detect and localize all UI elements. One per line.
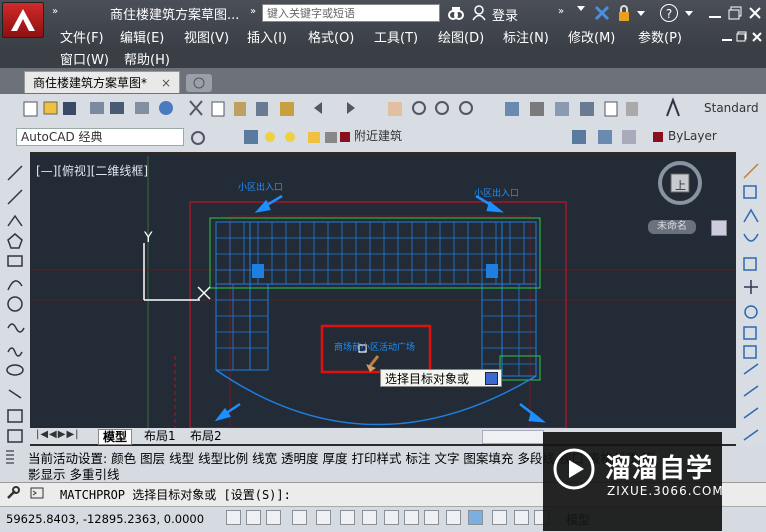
title-expand-icon[interactable]: »: [250, 6, 256, 17]
tooltip-text: 选择目标对象或: [385, 372, 469, 386]
quick-access-expand-icon[interactable]: »: [52, 6, 58, 17]
command-prompt-text: 选择目标对象或 [设置(S)]:: [132, 488, 291, 502]
layout-nav-arrows-icon[interactable]: |◀◀▶▶|: [36, 429, 80, 440]
command-prompt: MATCHPROP 选择目标对象或 [设置(S)]:: [60, 486, 291, 503]
entrance-left-label: 小区出入口: [238, 180, 283, 193]
ucs-name-menu[interactable]: 未命名: [648, 220, 696, 234]
tab-model[interactable]: 模型: [98, 429, 132, 445]
new-tab-button[interactable]: [186, 74, 212, 92]
otrack-toggle[interactable]: [384, 510, 399, 525]
autocad-logo-icon: [9, 7, 37, 33]
dynamic-input-tooltip: 选择目标对象或: [380, 369, 502, 387]
exchange-icon[interactable]: [594, 5, 610, 21]
coordinate-readout[interactable]: 59625.8403, -12895.2363, 0.0000: [6, 512, 204, 526]
menu-insert[interactable]: 插入(I): [247, 27, 287, 46]
login-link[interactable]: 登录: [492, 5, 518, 24]
watermark-url: ZIXUE.3066.COM: [607, 484, 724, 498]
menu-draw[interactable]: 绘图(D): [438, 27, 484, 46]
ducs-toggle[interactable]: [404, 510, 419, 525]
menu-edit[interactable]: 编辑(E): [120, 27, 164, 46]
ucs-icon: [144, 243, 210, 300]
selection-cycling-toggle[interactable]: [514, 510, 529, 525]
tab-layout2[interactable]: 布局2: [186, 429, 226, 443]
scrollbar-thumb[interactable]: [711, 220, 727, 236]
layer-select[interactable]: 附近建筑: [350, 128, 568, 146]
draw-toolbar: [0, 152, 30, 448]
tab-layout1[interactable]: 布局1: [140, 429, 180, 443]
grid-toggle[interactable]: [266, 510, 281, 525]
tab-document[interactable]: 商住楼建筑方案草图* ×: [24, 71, 180, 93]
restore-icon[interactable]: [728, 6, 742, 20]
quick-properties-toggle[interactable]: [492, 510, 507, 525]
polar-toggle[interactable]: [316, 510, 331, 525]
menu-view[interactable]: 视图(V): [184, 27, 229, 46]
toolbar-expand-icon[interactable]: »: [558, 6, 564, 17]
infer-constraints-toggle[interactable]: [226, 510, 241, 525]
help-icon[interactable]: ?: [660, 4, 678, 22]
play-logo-icon: [553, 448, 595, 490]
menu-parametric[interactable]: 参数(P): [638, 27, 682, 46]
modify-tool-icons: [736, 152, 766, 448]
dropdown-arrow-icon[interactable]: [636, 6, 646, 16]
minimize-icon[interactable]: [708, 6, 722, 20]
transparency-toggle[interactable]: [468, 510, 483, 525]
dyn-toggle[interactable]: [424, 510, 439, 525]
lock-icon[interactable]: [616, 4, 632, 22]
viewcube-top-label[interactable]: 上: [675, 177, 686, 193]
watermark-overlay: 溜溜自学 ZIXUE.3066.COM: [543, 432, 722, 531]
tooltip-arrow-icon[interactable]: [485, 372, 498, 385]
menu-format[interactable]: 格式(O): [308, 27, 354, 46]
tab-close-icon[interactable]: ×: [161, 72, 171, 94]
menu-window[interactable]: 窗口(W): [60, 49, 109, 68]
lineweight-toggle[interactable]: [446, 510, 461, 525]
menu-dimension[interactable]: 标注(N): [503, 27, 549, 46]
text-style-combo[interactable]: Standard: [700, 100, 762, 118]
doc-restore-icon[interactable]: [736, 31, 748, 43]
close-icon[interactable]: [748, 6, 762, 20]
dropdown-arrow-icon[interactable]: [574, 2, 588, 16]
dropdown-arrow-icon[interactable]: [684, 6, 694, 16]
ucs-y-label: Y: [144, 230, 153, 246]
match-properties-cursor-icon: [366, 356, 378, 372]
3dosnap-toggle[interactable]: [362, 510, 377, 525]
command-prompt-icon[interactable]: [30, 486, 44, 500]
drawing-canvas[interactable]: [—][俯视][二维线框] Y 小区出入口 小区出入口 商场前小区活动广场 上 …: [30, 156, 736, 428]
tab-document-label: 商住楼建筑方案草图*: [33, 76, 147, 90]
menu-bar: [0, 46, 766, 68]
draw-tool-icons: [0, 152, 30, 448]
binoculars-icon[interactable]: [448, 5, 464, 21]
color-select[interactable]: ByLayer: [664, 128, 764, 146]
horizontal-scrollbar[interactable]: [482, 430, 544, 444]
entrance-right-label: 小区出入口: [474, 186, 519, 199]
doc-minimize-icon[interactable]: [721, 31, 733, 43]
viewport-label[interactable]: [—][俯视][二维线框]: [36, 162, 148, 179]
menu-help[interactable]: 帮助(H): [124, 49, 170, 68]
application-menu-button[interactable]: [2, 2, 44, 38]
search-input[interactable]: 键入关键字或短语: [262, 4, 440, 22]
menu-modify[interactable]: 修改(M): [568, 27, 615, 46]
toolbar-area: Standard AutoCAD 经典 附近建筑 ByLayer: [0, 94, 766, 152]
osnap-toggle[interactable]: [340, 510, 355, 525]
watermark-brand: 溜溜自学: [605, 448, 713, 485]
wrench-icon[interactable]: [6, 486, 20, 500]
menu-tools[interactable]: 工具(T): [374, 27, 418, 46]
command-history-line-2: 影显示 多重引线: [28, 464, 119, 483]
ortho-toggle[interactable]: [292, 510, 307, 525]
user-icon[interactable]: [472, 5, 486, 21]
snap-mode-toggle[interactable]: [246, 510, 261, 525]
command-name: MATCHPROP: [60, 488, 125, 502]
plaza-label: 商场前小区活动广场: [334, 340, 415, 353]
workspace-select[interactable]: AutoCAD 经典: [16, 128, 184, 146]
document-title: 商住楼建筑方案草图...: [110, 4, 239, 23]
doc-close-icon[interactable]: [751, 31, 763, 43]
command-grip-icon[interactable]: [4, 448, 16, 480]
menu-file[interactable]: 文件(F): [60, 27, 104, 46]
modify-toolbar: [736, 152, 766, 448]
floor-plan-drawing: [30, 156, 736, 428]
